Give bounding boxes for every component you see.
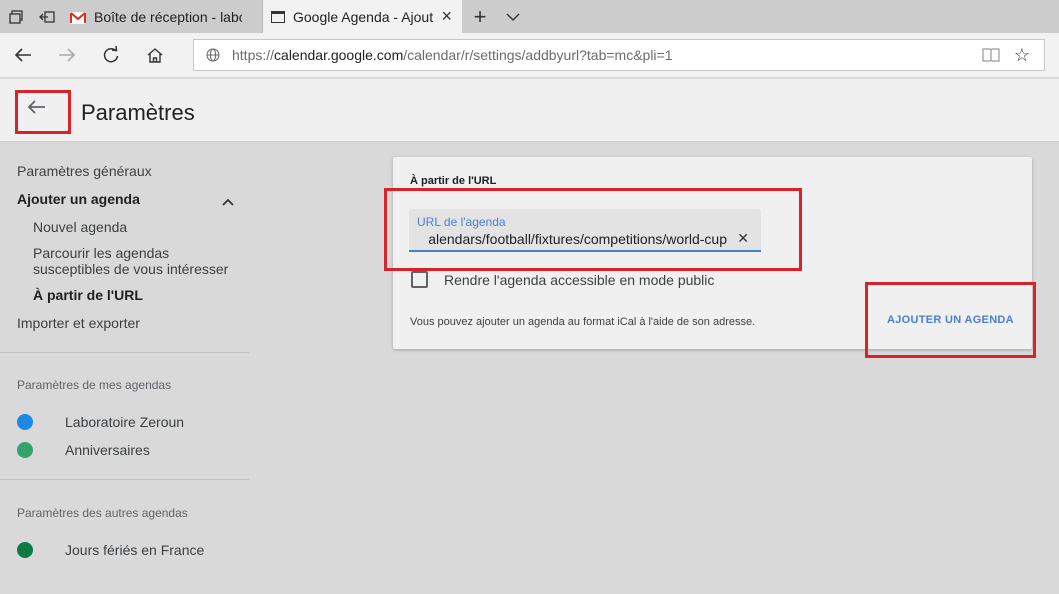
divider xyxy=(0,352,249,353)
back-button[interactable] xyxy=(15,90,71,134)
calendar-item-anniversaires[interactable]: Anniversaires xyxy=(65,442,150,458)
calendar-color-dot xyxy=(17,414,33,430)
sidebar-item-general-settings[interactable]: Paramètres généraux xyxy=(17,163,152,179)
tab-title: Boîte de réception - labo75 xyxy=(94,8,242,25)
arrow-left-icon xyxy=(26,99,46,120)
tab-gmail[interactable]: Boîte de réception - labo75 xyxy=(62,0,263,33)
help-text: Vous pouvez ajouter un agenda au format … xyxy=(410,316,756,328)
public-access-checkbox[interactable] xyxy=(411,271,428,288)
globe-icon xyxy=(206,48,220,62)
page-title: Paramètres xyxy=(81,100,195,125)
reading-view-icon[interactable] xyxy=(982,48,1000,65)
highlight-box xyxy=(865,282,1036,358)
new-tab-button[interactable]: + xyxy=(462,0,498,33)
other-calendars-section-title: Paramètres des autres agendas xyxy=(17,506,188,520)
checkbox-label: Rendre l'agenda accessible en mode publi… xyxy=(444,272,715,288)
refresh-icon[interactable] xyxy=(96,40,126,70)
sidebar-item-new-calendar[interactable]: Nouvel agenda xyxy=(33,219,127,235)
sidebar-item-from-url[interactable]: À partir de l'URL xyxy=(33,287,143,303)
divider xyxy=(0,479,249,480)
gmail-icon xyxy=(69,11,87,24)
chevron-up-icon[interactable] xyxy=(222,193,234,211)
my-calendars-section-title: Paramètres de mes agendas xyxy=(17,378,172,392)
home-icon[interactable] xyxy=(140,40,170,70)
calendar-item-laboratoire-zeroun[interactable]: Laboratoire Zeroun xyxy=(65,414,184,430)
browser-toolbar: https://calendar.google.com/calendar/r/s… xyxy=(0,33,1059,78)
tab-manager-icon[interactable] xyxy=(0,0,31,33)
url-text: https://calendar.google.com/calendar/r/s… xyxy=(232,47,673,63)
calendar-item-jours-feries[interactable]: Jours fériés en France xyxy=(65,542,204,558)
settings-sidebar: Paramètres généraux Ajouter un agenda No… xyxy=(0,143,249,594)
tab-google-calendar[interactable]: Google Agenda - Ajout × xyxy=(263,0,462,33)
favorite-star-icon[interactable]: ☆ xyxy=(1014,45,1030,66)
calendar-color-dot xyxy=(17,542,33,558)
sidebar-item-import-export[interactable]: Importer et exporter xyxy=(17,315,140,331)
chevron-down-icon[interactable] xyxy=(498,0,528,33)
sidebar-item-browse-calendars[interactable]: Parcourir les agendas susceptibles de vo… xyxy=(33,245,243,277)
page-icon xyxy=(271,10,285,23)
calendar-color-dot xyxy=(17,442,33,458)
sidebar-item-add-calendar[interactable]: Ajouter un agenda xyxy=(17,191,140,207)
address-bar[interactable]: https://calendar.google.com/calendar/r/s… xyxy=(193,39,1045,71)
close-tab-icon[interactable]: × xyxy=(441,6,452,27)
set-aside-tabs-icon[interactable] xyxy=(31,0,62,33)
tab-title: Google Agenda - Ajout xyxy=(293,8,434,25)
card-heading: À partir de l'URL xyxy=(410,175,497,187)
back-arrow-icon[interactable] xyxy=(8,40,38,70)
highlight-box xyxy=(384,188,802,271)
forward-arrow-icon[interactable] xyxy=(52,40,82,70)
settings-header: Paramètres xyxy=(0,79,1059,142)
browser-tab-bar: Boîte de réception - labo75 Google Agend… xyxy=(0,0,1059,33)
